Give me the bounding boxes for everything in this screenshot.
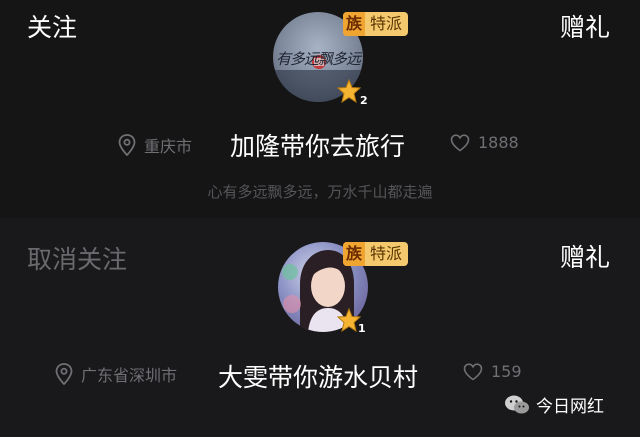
badge-tag: 特派 [370, 244, 403, 263]
host-card-1: 关注 赠礼 有多远飘多远 族 特派 2 重庆市 加隆带你去旅行 1888 心有多… [0, 0, 640, 218]
avatar-calligraphy: 有多远飘多远 [275, 50, 361, 68]
location: 重庆市 [118, 133, 192, 157]
location-pin-icon [55, 363, 73, 385]
level-number: 1 [358, 322, 366, 335]
watermark: 今日网红 [504, 392, 604, 417]
gift-button[interactable]: 赠礼 [560, 242, 610, 274]
likes-count: 1888 [478, 133, 519, 152]
unfollow-button[interactable]: 取消关注 [27, 244, 127, 276]
likes[interactable]: 1888 [450, 133, 519, 152]
room-title: 加隆带你去旅行 [230, 132, 406, 161]
gift-button[interactable]: 赠礼 [560, 12, 610, 44]
watermark-text: 今日网红 [536, 397, 604, 417]
location-pin-icon [118, 134, 136, 156]
follow-button[interactable]: 关注 [27, 12, 77, 44]
host-card-2: 取消关注 赠礼 族 特派 1 广东省深圳市 大雯带你游水贝村 159 今日网红 [0, 218, 640, 437]
level-number: 2 [360, 94, 368, 107]
likes[interactable]: 159 [463, 362, 522, 381]
location-text: 广东省深圳市 [81, 366, 178, 385]
star-icon [337, 79, 361, 103]
badge-tag: 特派 [370, 14, 403, 33]
heart-icon [450, 133, 470, 151]
wechat-icon [505, 395, 529, 413]
room-title: 大雯带你游水贝村 [218, 363, 419, 392]
clan-label: 族 [343, 12, 366, 36]
clan-badge: 族 特派 [343, 12, 409, 36]
clan-label: 族 [343, 242, 366, 266]
clan-badge: 族 特派 [343, 242, 409, 266]
likes-count: 159 [491, 362, 522, 381]
heart-icon [463, 362, 483, 380]
location: 广东省深圳市 [55, 362, 177, 386]
location-text: 重庆市 [144, 137, 193, 156]
motto-text: 心有多远飘多远，万水千山都走遍 [207, 183, 433, 201]
